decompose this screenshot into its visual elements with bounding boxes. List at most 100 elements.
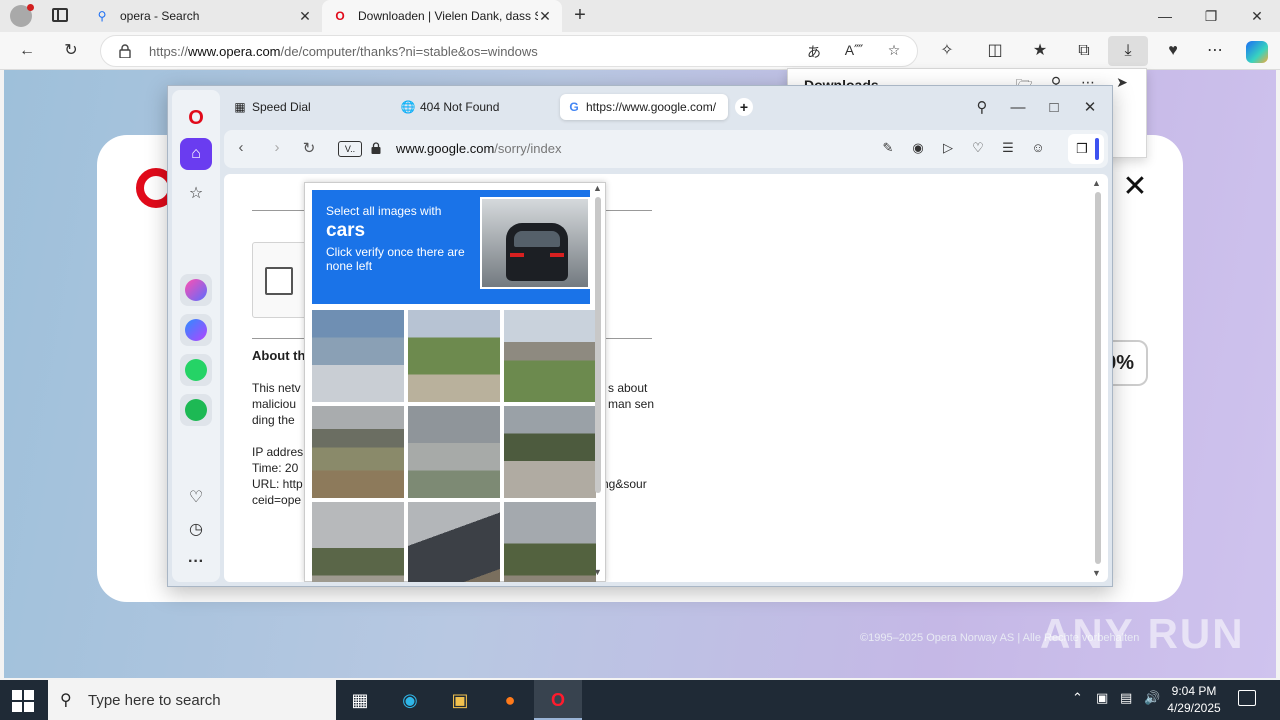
restore-icon[interactable]: ❐ (1188, 0, 1234, 32)
messenger-icon[interactable] (180, 314, 212, 346)
refresh-icon[interactable]: ↻ (56, 36, 86, 66)
easy-setup-icon[interactable]: ☰ (998, 140, 1018, 158)
favorite-star-icon[interactable]: ☆ (883, 42, 905, 62)
notifications-icon[interactable] (1238, 690, 1256, 706)
new-tab-icon[interactable]: + (570, 5, 590, 25)
send-icon[interactable]: ▷ (938, 140, 958, 158)
minimize-icon[interactable]: — (1142, 0, 1188, 32)
page-scrollbar[interactable]: ▲ ▼ (1092, 178, 1102, 578)
captcha-tile[interactable] (312, 406, 404, 498)
ip-address-line: IP addres (252, 445, 304, 459)
heart-icon[interactable]: ♡ (968, 140, 988, 158)
file-explorer-icon[interactable]: ▣ (436, 680, 484, 720)
system-clock[interactable]: 9:04 PM 4/29/2025 (1166, 683, 1222, 717)
captcha-instructions: Select all images with cars Click verify… (312, 190, 590, 304)
captcha-target: cars (326, 220, 366, 241)
captcha-tile[interactable] (504, 502, 596, 582)
browser-essentials-icon[interactable]: ♥ (1158, 36, 1188, 66)
collections-icon[interactable]: ⧉ (1069, 36, 1099, 66)
volume-icon[interactable]: 🔊 (1144, 690, 1160, 706)
copilot-icon[interactable] (1246, 41, 1268, 63)
captcha-tile[interactable] (504, 310, 596, 402)
extensions-cube-icon[interactable]: ❒ (1068, 134, 1104, 164)
show-hidden-icons-icon[interactable]: ⌃ (1072, 690, 1083, 706)
address-bar[interactable]: https://www.opera.com/de/computer/thanks… (100, 35, 918, 67)
tab-label: https://www.google.com/ (586, 100, 717, 114)
profile-avatar-icon[interactable] (10, 4, 34, 27)
task-view-icon[interactable]: ▦ (336, 680, 384, 720)
recaptcha-checkbox[interactable] (265, 267, 293, 295)
my-flow-heart-icon[interactable]: ♡ (180, 482, 212, 514)
split-screen-icon[interactable]: ◫ (980, 36, 1010, 66)
extensions-icon[interactable]: ✧ (932, 36, 962, 66)
history-icon[interactable]: ◷ (180, 514, 212, 546)
tab-label: Downloaden | Vielen Dank, dass Sie (358, 9, 538, 23)
captcha-tile[interactable] (408, 406, 500, 498)
explanation-line: s about (608, 381, 648, 395)
opera-new-tab-icon[interactable]: + (735, 98, 753, 116)
vpn-badge[interactable]: V.. (338, 141, 362, 157)
more-menu-icon[interactable]: ⋯ (1200, 36, 1230, 66)
globe-icon: 🌐 (400, 100, 416, 114)
tab-actions-icon[interactable] (52, 8, 68, 22)
google-sorry-page: About th This netv maliciou ding the s a… (224, 174, 1108, 582)
close-icon[interactable]: ✕ (1120, 172, 1150, 202)
opera-url-input[interactable]: www.google.com/sorry/index (396, 141, 561, 156)
back-icon[interactable]: ‹ (230, 139, 252, 159)
account-icon[interactable]: ☺ (1028, 140, 1048, 158)
opera-search-tabs-icon[interactable]: ⚲ (968, 94, 996, 122)
windows-taskbar: ⚲ Type here to search ▦ ◉ ▣ ● O ⌃ ▣ ▤ 🔊 … (0, 680, 1280, 720)
opera-minimize-icon[interactable]: — (1004, 94, 1032, 122)
opera-tab-speed-dial[interactable]: ▦ Speed Dial (226, 94, 317, 120)
bookmarks-icon[interactable]: ☆ (180, 178, 212, 210)
captcha-tile[interactable] (312, 502, 404, 582)
recaptcha-widget[interactable] (252, 242, 308, 318)
close-tab-icon[interactable]: ✕ (538, 8, 552, 25)
opera-tab-google[interactable]: G https://www.google.com/ (560, 94, 728, 120)
snapshot-camera-icon[interactable]: ◉ (908, 140, 928, 158)
lock-icon (371, 142, 381, 154)
edge-tab-opera-download[interactable]: O Downloaden | Vielen Dank, dass Sie ✕ (322, 0, 562, 32)
windows-start-icon[interactable] (12, 690, 34, 712)
aria-ai-icon[interactable] (180, 274, 212, 306)
edge-toolbar: ← ↻ https://www.opera.com/de/computer/th… (0, 32, 1280, 70)
search-icon: ⚲ (97, 9, 107, 23)
opera-taskbar-icon[interactable]: O (534, 680, 582, 720)
firefox-icon[interactable]: ● (486, 680, 534, 720)
captcha-scrollbar[interactable]: ▲ ▼ (593, 183, 602, 579)
close-tab-icon[interactable]: ✕ (298, 8, 312, 25)
translate-icon[interactable]: あ (803, 42, 825, 62)
opera-close-icon[interactable]: ✕ (1076, 94, 1104, 122)
taskbar-search-box[interactable]: ⚲ Type here to search (48, 680, 336, 720)
back-icon[interactable]: ← (12, 36, 42, 66)
captcha-tile[interactable] (408, 310, 500, 402)
opera-menu-icon[interactable]: O (180, 102, 212, 134)
lock-icon (119, 44, 131, 58)
sidebar-more-icon[interactable]: ··· (180, 546, 212, 578)
pin-icon[interactable]: ➤ (1112, 74, 1132, 94)
home-icon[interactable]: ⌂ (180, 138, 212, 170)
speed-dial-icon: ▦ (234, 100, 246, 114)
tab-label: 404 Not Found (420, 100, 500, 114)
favorites-icon[interactable]: ★ (1025, 36, 1055, 66)
opera-tab-404[interactable]: 🌐 404 Not Found (394, 94, 505, 120)
captcha-tile[interactable] (312, 310, 404, 402)
edit-icon[interactable]: ✎ (878, 140, 898, 158)
meet-now-icon[interactable]: ▣ (1096, 690, 1108, 706)
downloads-icon[interactable]: ⤓ (1108, 36, 1148, 66)
network-icon[interactable]: ▤ (1120, 690, 1132, 706)
read-aloud-icon[interactable]: A⁗ (843, 42, 865, 62)
reload-icon[interactable]: ↻ (298, 139, 320, 159)
url-line: ceid=ope (252, 493, 302, 507)
close-window-icon[interactable]: ✕ (1234, 0, 1280, 32)
captcha-tile[interactable] (408, 502, 500, 582)
spotify-icon[interactable] (180, 394, 212, 426)
explanation-line: man sen (608, 397, 655, 411)
edge-tab-opera-search[interactable]: ⚲ opera - Search ✕ (84, 0, 322, 32)
edge-taskbar-icon[interactable]: ◉ (386, 680, 434, 720)
whatsapp-icon[interactable] (180, 354, 212, 386)
captcha-tile[interactable] (504, 406, 596, 498)
explanation-line: maliciou (252, 397, 297, 411)
forward-icon[interactable]: › (266, 139, 288, 159)
opera-maximize-icon[interactable]: □ (1040, 94, 1068, 122)
